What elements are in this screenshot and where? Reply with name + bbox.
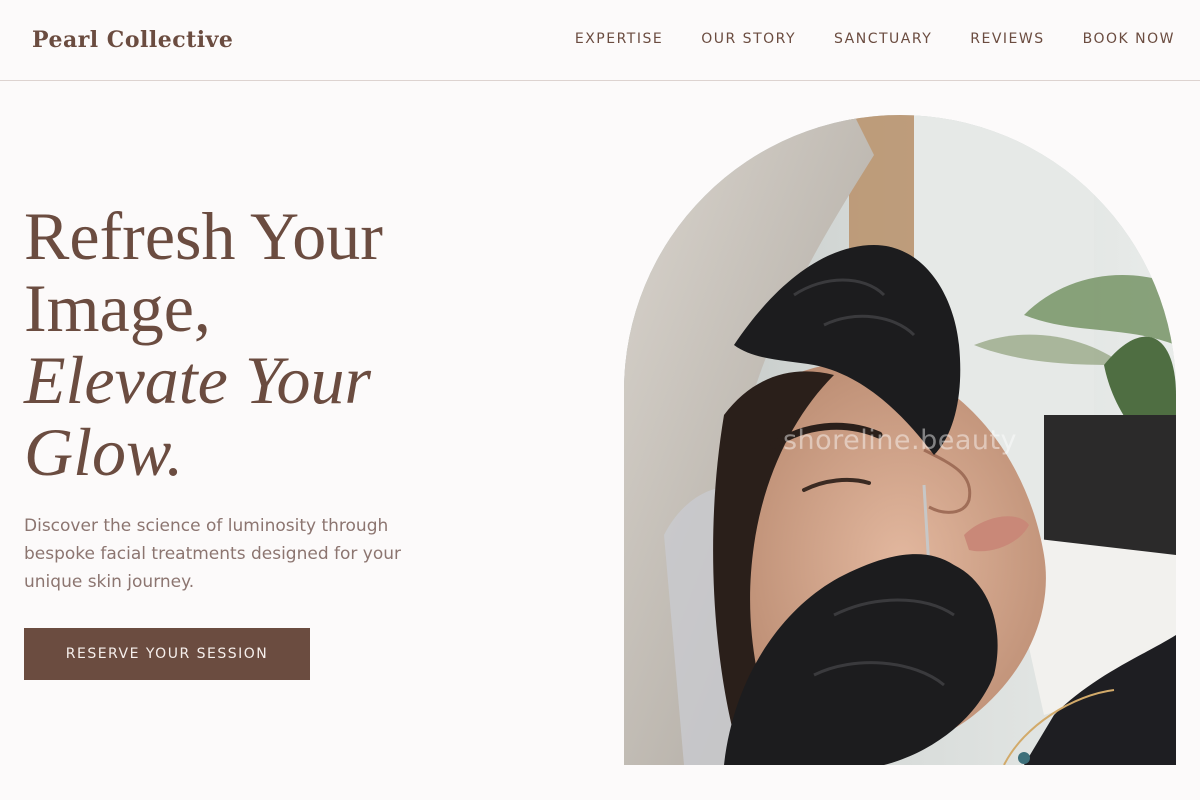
nav-our-story[interactable]: OUR STORY	[701, 28, 796, 50]
nav-reviews[interactable]: REVIEWS	[970, 28, 1044, 50]
hero-title-line-italic: Glow.	[24, 414, 184, 490]
hero-image: shoreline.beauty	[624, 115, 1176, 765]
facial-treatment-photo	[624, 115, 1176, 765]
hero-title: Refresh Your Image, Elevate Your Glow.	[24, 200, 544, 488]
site-header: Pearl Collective EXPERTISE OUR STORY SAN…	[0, 0, 1200, 81]
main-nav: EXPERTISE OUR STORY SANCTUARY REVIEWS BO…	[575, 28, 1175, 50]
hero-title-line: Image,	[24, 270, 211, 346]
brand-logo[interactable]: Pearl Collective	[32, 24, 233, 56]
hero-description: Discover the science of luminosity throu…	[24, 516, 402, 592]
hero-title-line: Refresh Your	[24, 198, 383, 274]
nav-sanctuary[interactable]: SANCTUARY	[834, 28, 932, 50]
hero-title-line-italic: Elevate Your	[24, 342, 371, 418]
nav-expertise[interactable]: EXPERTISE	[575, 28, 663, 50]
nav-book-now[interactable]: BOOK NOW	[1083, 28, 1175, 50]
reserve-session-button[interactable]: RESERVE YOUR SESSION	[24, 628, 310, 680]
